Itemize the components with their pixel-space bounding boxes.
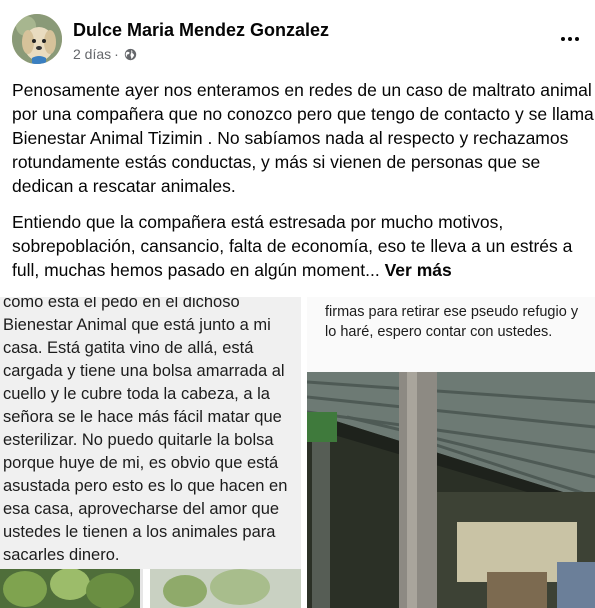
screenshot-image-left[interactable]: como esta el pedo en el dichoso Bienesta… [0, 297, 301, 608]
post-paragraph-1: Penosamente ayer nos enteramos en redes … [12, 80, 594, 196]
post-images: como esta el pedo en el dichoso Bienesta… [0, 297, 595, 608]
screenshot-right-text: firmas para retirar ese pseudo refugio y… [325, 304, 579, 340]
post-header: Dulce Maria Mendez Gonzalez 2 días · [0, 0, 595, 70]
dot [575, 37, 579, 41]
avatar[interactable] [12, 14, 62, 64]
see-more-link[interactable]: Ver más [385, 260, 452, 280]
dot [561, 37, 565, 41]
screenshot-image-right[interactable]: firmas para retirar ese pseudo refugio y… [307, 297, 595, 608]
post-timestamp[interactable]: 2 días [73, 46, 111, 62]
plants-photo [0, 569, 301, 608]
post-paragraph-2: Entiendo que la compañera está estresada… [12, 210, 595, 282]
dot [568, 37, 572, 41]
meta-separator: · [114, 46, 119, 62]
author-name[interactable]: Dulce Maria Mendez Gonzalez [73, 20, 329, 41]
globe-icon [124, 48, 136, 60]
post-meta: 2 días · [73, 46, 137, 62]
post-paragraph-2-text: Entiendo que la compañera está estresada… [12, 212, 573, 280]
more-options-icon[interactable] [555, 24, 585, 54]
screenshot-left-text: como esta el pedo en el dichoso Bienesta… [3, 297, 288, 564]
shelter-photo [307, 372, 595, 608]
